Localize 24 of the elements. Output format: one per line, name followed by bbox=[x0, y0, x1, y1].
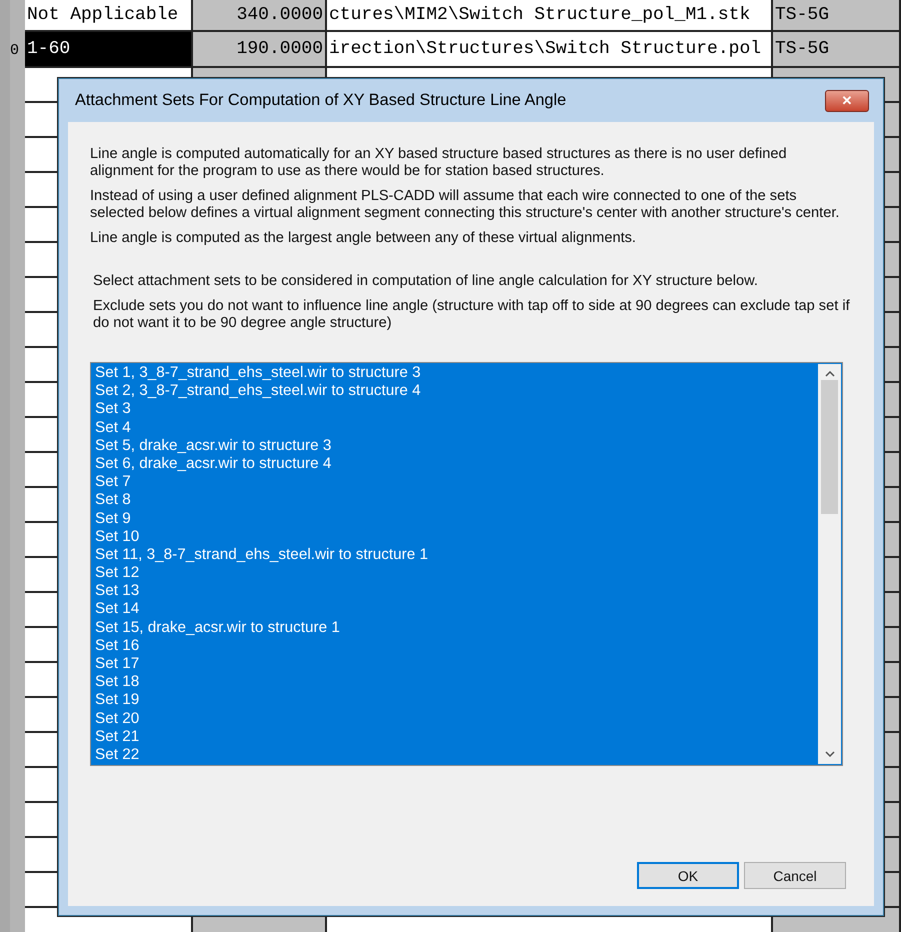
table-cell: TS-5G bbox=[773, 0, 901, 32]
table-cell: 1-60 bbox=[25, 32, 193, 68]
close-button[interactable]: ✕ bbox=[825, 90, 869, 112]
description-text: Line angle is computed as the largest angle between any of these virtual alignments. bbox=[90, 230, 637, 247]
scroll-down-icon[interactable] bbox=[824, 751, 834, 757]
row-header bbox=[0, 0, 25, 32]
scroll-thumb[interactable] bbox=[821, 380, 838, 514]
table-cell: irection\Structures\Switch Structure.pol bbox=[327, 32, 773, 68]
description-text: Line angle is computed automatically for an XY based structure based structures as there is no user defined alignment for the program to use as there would be for station based structures. bbox=[90, 146, 788, 180]
table-cell: 340.0000 bbox=[193, 0, 327, 32]
table-cell: ctures\MIM2\Switch Structure_pol_M1.stk bbox=[327, 0, 773, 32]
instruction-text: Exclude sets you do not want to influence line angle (structure with tap off to side at 90 degrees can exclude tap set if do not want it to be 90 degree angle structure) bbox=[93, 298, 851, 332]
ok-button[interactable]: OK bbox=[637, 862, 739, 889]
instruction-text: Select attachment sets to be considered in computation of line angle calculation for XY structure below. bbox=[93, 273, 759, 290]
table-cell: Not Applicable bbox=[25, 0, 193, 32]
scrollbar[interactable] bbox=[818, 364, 841, 764]
table-cell: 190.0000 bbox=[193, 32, 327, 68]
window-title: Attachment Sets For Computation of XY Based Structure Line Angle bbox=[75, 91, 566, 110]
scroll-up-icon[interactable] bbox=[824, 371, 834, 377]
table-cell: TS-5G bbox=[773, 32, 901, 68]
attachment-set-list[interactable] bbox=[90, 362, 843, 766]
cancel-button[interactable]: Cancel bbox=[744, 862, 846, 889]
description-text: Instead of using a user defined alignment PLS-CADD will assume that each wire connected to one of the sets selected below defines a virtual alignment segment connecting this structure's center with another structure's center. bbox=[90, 188, 840, 222]
row-header: 0 bbox=[0, 32, 25, 68]
